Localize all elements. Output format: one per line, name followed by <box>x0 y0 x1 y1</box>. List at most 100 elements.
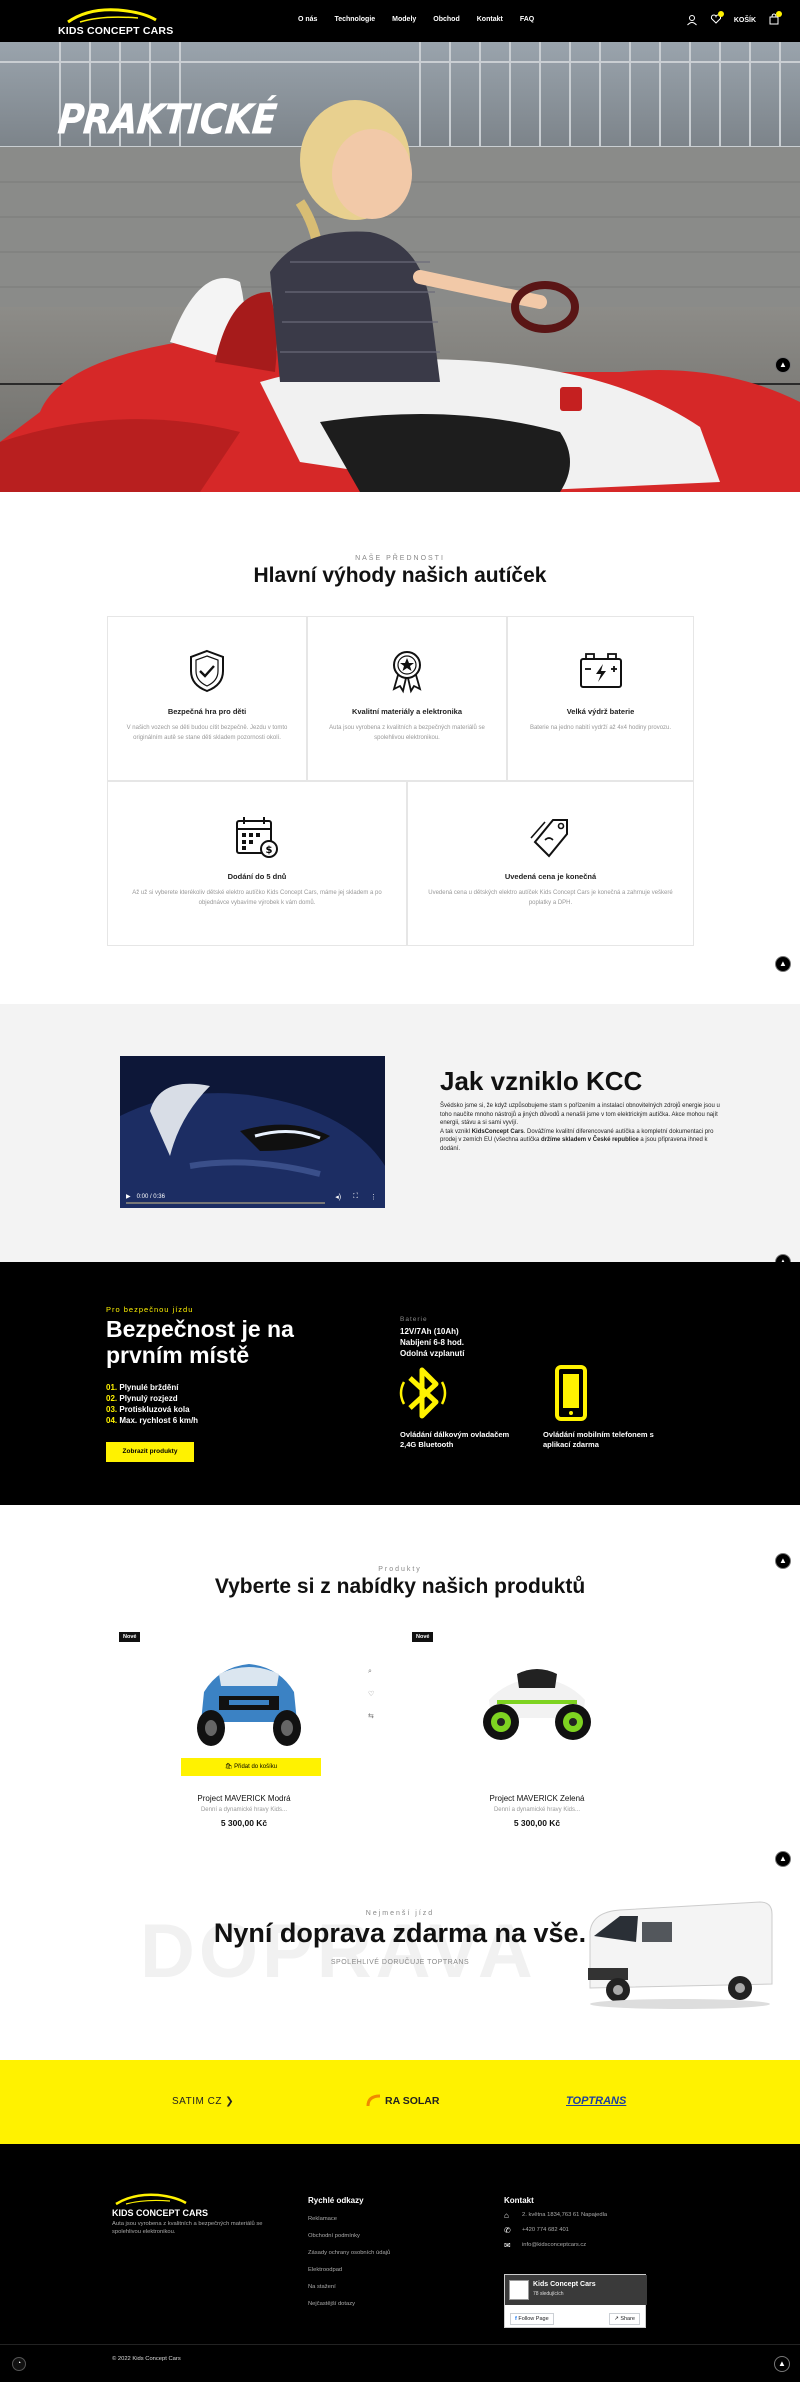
product-card-blue[interactable]: Nové 🛍 Přidat do košíku Project MAVERICK… <box>119 1632 369 1828</box>
add-to-cart-button[interactable]: 🛍 Přidat do košíku <box>181 1758 321 1776</box>
fb-follow-button[interactable]: f Follow Page <box>510 2313 554 2325</box>
cart-label[interactable]: KOŠÍK <box>734 17 756 24</box>
footer-link[interactable]: Na stažení <box>308 2284 336 2290</box>
nav-item-o-nas[interactable]: O nás <box>298 16 317 23</box>
card-title: Kvalitní materiály a elektronika <box>351 707 463 716</box>
fb-page-name[interactable]: Kids Concept Cars <box>533 2281 596 2288</box>
video-time: 0:00 / 0:36 <box>136 1193 165 1200</box>
more-options-icon[interactable]: ⋮ <box>370 1193 377 1201</box>
quick-view-icon[interactable]: ⌕ <box>368 1668 374 1676</box>
safety-heading: Bezpečnost je na prvním místě <box>106 1316 294 1368</box>
nav-item-faq[interactable]: FAQ <box>520 16 534 23</box>
card-text: Až už si vyberete kterékoliv dětské elek… <box>132 890 382 906</box>
nav-item-technologie[interactable]: Technologie <box>334 16 375 23</box>
fullscreen-icon[interactable]: ⛶ <box>353 1193 358 1201</box>
site-logo[interactable]: KIDS CONCEPT CARS <box>58 6 173 38</box>
battery-specs: 12V/7Ah (10Ah) Nabíjení 6-8 hod. Odolná … <box>400 1327 465 1358</box>
facebook-page-widget[interactable]: Kids Concept Cars 78 sledujících f Follo… <box>504 2274 647 2328</box>
volume-icon[interactable]: ◂) <box>335 1193 341 1201</box>
product-description: Denní a dynamické hravy Kids... <box>200 1807 288 1813</box>
wishlist-button[interactable] <box>710 11 724 27</box>
play-icon[interactable]: ▶ <box>126 1193 131 1200</box>
product-quick-actions: ⌕ ♡ ⇆ <box>368 1668 374 1720</box>
bluetooth-icon <box>399 1367 447 1419</box>
video-frame-car-headlight <box>120 1056 385 1208</box>
add-to-wishlist-icon[interactable]: ♡ <box>368 1690 374 1698</box>
hero-banner: PRAKTICKÉ ▲ <box>0 42 800 492</box>
partner-logo-satim[interactable]: SATIM CZ ❯ <box>172 2096 234 2107</box>
nav-item-kontakt[interactable]: Kontakt <box>477 16 503 23</box>
wishlist-count-badge <box>717 11 724 17</box>
footer-link[interactable]: Nejčastější dotazy <box>308 2301 355 2307</box>
compare-icon[interactable]: ⇆ <box>368 1712 374 1720</box>
card-text: V našich vozech se děti budou cítit bezp… <box>126 725 288 741</box>
footer-links-heading: Rychlé odkazy <box>308 2196 364 2205</box>
product-name[interactable]: Project MAVERICK Modrá <box>119 1794 369 1803</box>
scroll-to-top-button[interactable]: ▲ <box>775 1851 791 1867</box>
award-badge-icon <box>392 651 422 694</box>
logo-text: KIDS CONCEPT CARS <box>58 25 174 37</box>
bag-icon: 🛍 <box>224 1764 235 1770</box>
video-right-controls: ◂) ⛶ ⋮ <box>335 1193 377 1201</box>
product-image-blue-car <box>197 1664 301 1746</box>
footer-phone[interactable]: +420 774 682 401 <box>522 2227 569 2233</box>
facebook-icon: f <box>515 2316 517 2322</box>
partner-logo-toptrans[interactable]: TOPTRANS <box>566 2095 626 2107</box>
cookie-settings-icon[interactable]: ◔ <box>12 2357 26 2371</box>
header-actions: KOŠÍK <box>686 11 782 27</box>
nav-item-obchod[interactable]: Obchod <box>433 16 459 23</box>
phone-icon: ✆ <box>504 2226 511 2235</box>
battery-icon <box>579 653 622 688</box>
share-icon: ↗ <box>614 2316 619 2322</box>
video-progress-bar[interactable] <box>126 1202 325 1204</box>
scroll-to-top-button[interactable]: ▲ <box>775 956 791 972</box>
email-icon: ✉ <box>504 2241 511 2250</box>
site-header: KIDS CONCEPT CARS O nás Technologie Mode… <box>0 0 800 42</box>
sun-arc-icon <box>366 2094 381 2107</box>
product-description: Denní a dynamické hravy Kids... <box>493 1807 581 1813</box>
phone-control-feature: Ovládání mobilním telefonem s aplikací z… <box>543 1430 654 1449</box>
footer-link[interactable]: Reklamace <box>308 2216 337 2222</box>
location-icon: ⌂ <box>504 2211 509 2220</box>
hero-title: PRAKTICKÉ <box>55 96 278 145</box>
footer-divider <box>0 2344 800 2345</box>
safety-overline: Pro bezpečnou jízdu <box>106 1305 194 1314</box>
remote-control-feature: Ovládání dálkovým ovladačem 2,4G Bluetoo… <box>400 1430 510 1449</box>
show-products-button[interactable]: Zobrazit produkty <box>106 1442 194 1462</box>
battery-overline: Baterie <box>400 1316 428 1323</box>
cart-button[interactable] <box>768 11 782 27</box>
footer-link[interactable]: Obchodní podmínky <box>308 2233 360 2239</box>
advantage-card-delivery: $ Dodání do 5 dnů Až už si vyberete kter… <box>107 781 407 946</box>
kcc-paragraph-1: Švédsko jsme si, že když uzpůsobujeme st… <box>440 1103 720 1126</box>
card-text: Baterie na jedno nabití vydrží až 4x4 ho… <box>529 725 672 731</box>
product-name[interactable]: Project MAVERICK Zelená <box>412 1794 662 1803</box>
feature-item: 03. Protiskluzová kola <box>106 1405 190 1414</box>
footer-email[interactable]: info@kidsconceptcars.cz <box>522 2242 586 2248</box>
kcc-heading: Jak vzniklo KCC <box>440 1066 643 1096</box>
partner-logo-ra-solar[interactable]: RA SOLAR <box>366 2094 439 2108</box>
delivery-van-image <box>588 1901 773 2009</box>
cart-count-badge <box>776 11 782 17</box>
product-card-green[interactable]: Nové Project MAVERICK Zelená Denní a dyn… <box>412 1632 662 1828</box>
footer-link[interactable]: Zásady ochrany osobních údajů <box>308 2250 390 2256</box>
fb-share-button[interactable]: ↗ Share <box>609 2313 640 2325</box>
card-text: Auta jsou vyrobena z kvalitních a bezpeč… <box>329 725 485 741</box>
new-badge: Nové <box>412 1632 434 1642</box>
footer-link[interactable]: Elektroodpad <box>308 2267 342 2273</box>
nav-item-modely[interactable]: Modely <box>392 16 416 23</box>
calendar-icon: $ <box>236 817 278 858</box>
footer-address: 2. května 1834,763 61 Napajedla <box>522 2212 608 2218</box>
fb-likes: 78 sledujících <box>533 2291 564 2297</box>
advantage-card-battery: Velká výdrž baterie Baterie na jedno nab… <box>507 616 694 781</box>
about-kcc-section: ▶ 0:00 / 0:36 ◂) ⛶ ⋮ Jak vzniklo KCC Švé… <box>0 1004 800 1262</box>
feature-item: 01. Plynulé brždění <box>106 1383 179 1392</box>
user-account-icon[interactable] <box>686 14 698 26</box>
smartphone-icon <box>555 1365 587 1421</box>
feature-item: 02. Plynulý rozjezd <box>106 1394 178 1403</box>
scroll-to-top-button[interactable]: ▲ <box>774 2356 790 2372</box>
kcc-video-player[interactable]: ▶ 0:00 / 0:36 ◂) ⛶ ⋮ <box>120 1056 385 1208</box>
video-controls: ▶ 0:00 / 0:36 <box>126 1193 165 1201</box>
price-tag-icon <box>529 819 568 858</box>
partners-strip: SATIM CZ ❯ RA SOLAR TOPTRANS <box>0 2060 800 2144</box>
scroll-to-top-button[interactable]: ▲ <box>775 357 791 373</box>
